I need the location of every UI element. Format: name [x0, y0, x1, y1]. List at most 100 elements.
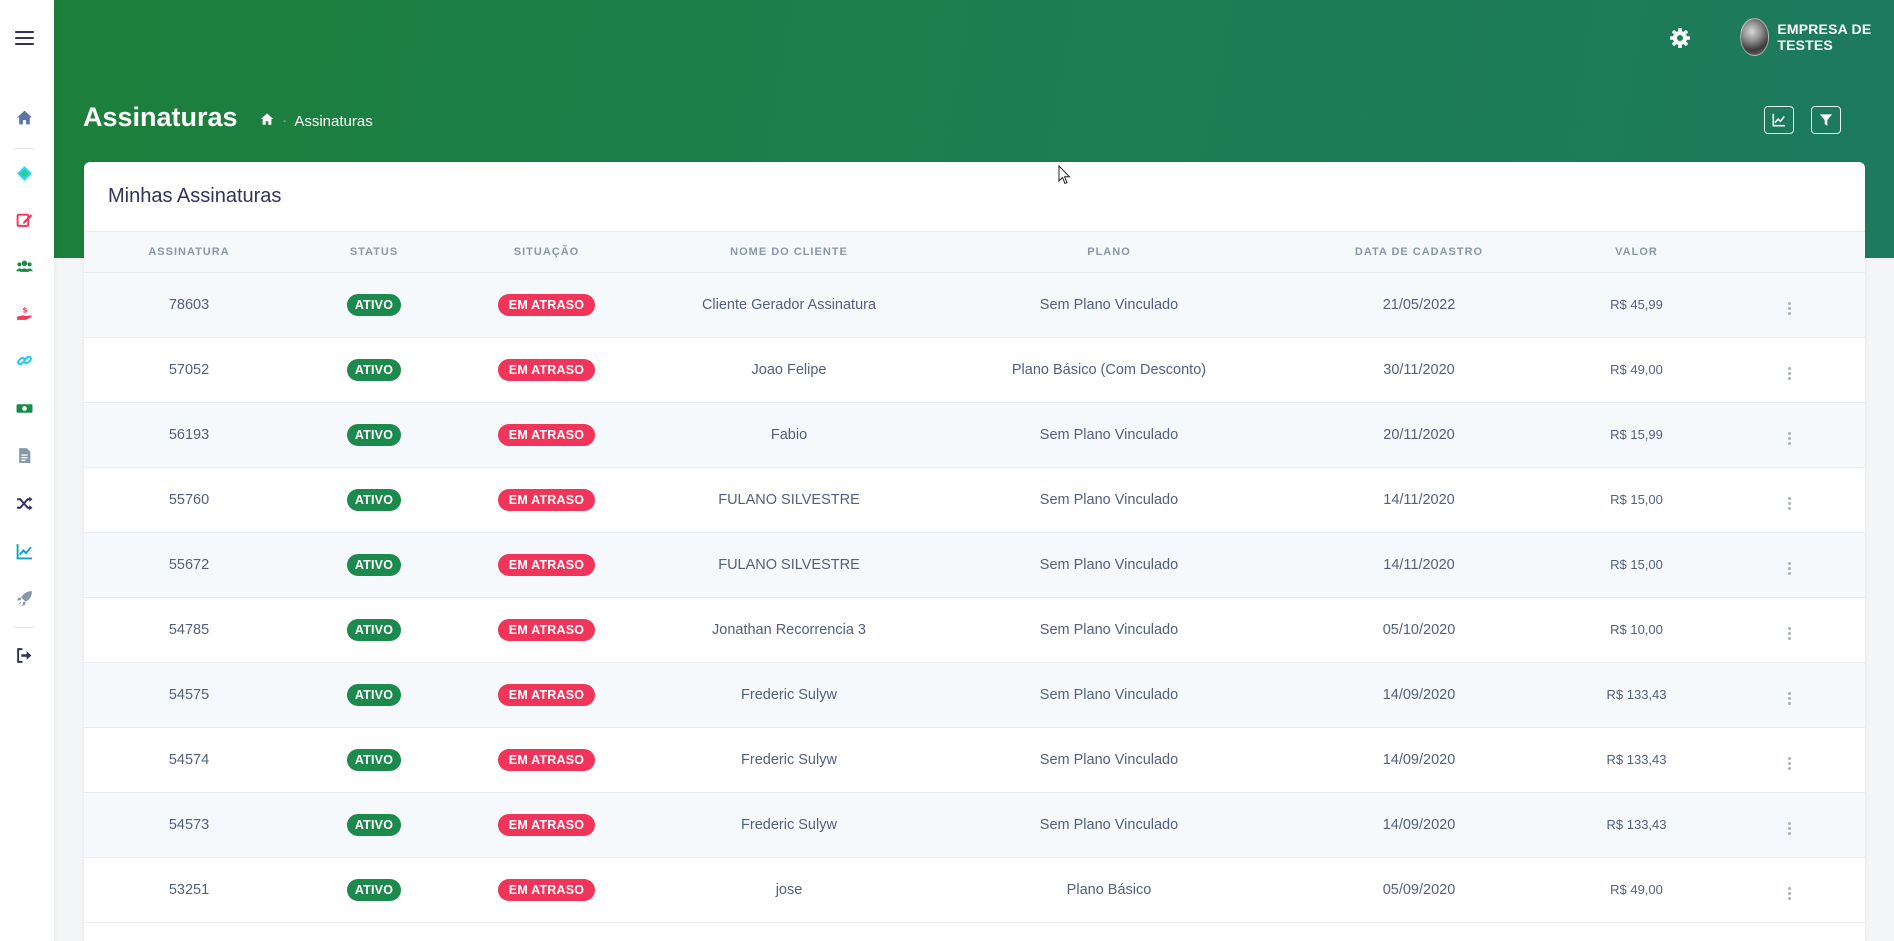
signup-date: 14/09/2020 [1279, 727, 1559, 793]
rocket-icon[interactable] [13, 587, 35, 609]
plan-name: Sem Plano Vinculado [939, 272, 1279, 338]
table-row[interactable]: 54573 ATIVO EM ATRASO Frederic Sulyw Sem Pla… [84, 792, 1865, 858]
table-row[interactable]: 55760 ATIVO EM ATRASO FULANO SILVESTRE Sem P… [84, 467, 1865, 533]
situation-badge: EM ATRASO [497, 878, 596, 901]
client-name: Frederic Sulyw [639, 662, 939, 728]
card-title: Minhas Assinaturas [84, 162, 1865, 232]
client-name: FULANO SILVESTRE [639, 532, 939, 598]
more-options-icon[interactable] [1782, 625, 1798, 641]
subscription-value: R$ 133,43 [1559, 792, 1714, 858]
sidebar: $ [0, 0, 54, 941]
plan-name: Sem Plano Vinculado [939, 792, 1279, 858]
table-row[interactable]: 56193 ATIVO EM ATRASO Fabio Sem Plano Vincul… [84, 402, 1865, 468]
plan-name: Sem Plano Vinculado [939, 662, 1279, 728]
link-icon[interactable] [13, 349, 35, 371]
more-options-icon[interactable] [1782, 560, 1798, 576]
breadcrumb-separator: - [283, 115, 287, 127]
status-badge: ATIVO [346, 488, 402, 511]
signup-date: 05/10/2020 [1279, 597, 1559, 663]
table-row[interactable]: 54785 ATIVO EM ATRASO Jonathan Recorrencia … [84, 597, 1865, 663]
situation-badge: EM ATRASO [497, 618, 596, 641]
column-header-plano[interactable]: PLANO [939, 232, 1279, 273]
filter-icon [1819, 114, 1833, 126]
client-name: Frederic Sulyw [639, 727, 939, 793]
column-header-data[interactable]: DATA DE CADASTRO [1279, 232, 1559, 273]
situation-badge: EM ATRASO [497, 488, 596, 511]
situation-cell: EM ATRASO [454, 792, 639, 858]
sign-out-icon[interactable] [13, 644, 35, 666]
table-row[interactable]: 78603 ATIVO EM ATRASO Cliente Gerador Assin… [84, 272, 1865, 338]
table-row[interactable]: 53251 ATIVO EM ATRASO jose Plano Básico 05/09… [84, 857, 1865, 923]
subscription-id: 54785 [84, 597, 294, 663]
money-bill-icon[interactable] [13, 397, 35, 419]
more-options-icon[interactable] [1782, 495, 1798, 511]
more-options-icon[interactable] [1782, 365, 1798, 381]
table-row[interactable]: 55672 ATIVO EM ATRASO FULANO SILVESTRE Sem P… [84, 532, 1865, 598]
plan-name: Sem Plano Vinculado [939, 532, 1279, 598]
subscription-id: 78603 [84, 272, 294, 338]
situation-cell: EM ATRASO [454, 532, 639, 598]
more-options-icon[interactable] [1782, 430, 1798, 446]
filter-button[interactable] [1811, 106, 1841, 134]
breadcrumb-item[interactable]: Assinaturas [294, 113, 372, 130]
table-row[interactable]: 57052 ATIVO EM ATRASO Joao Felipe Plano Bási… [84, 337, 1865, 403]
status-cell: ATIVO [294, 662, 454, 728]
actions-cell [1714, 662, 1865, 728]
tag-icon[interactable] [13, 162, 35, 184]
plan-name: Sem Plano Vinculado [939, 727, 1279, 793]
chart-button[interactable] [1764, 106, 1794, 134]
signup-date: 14/11/2020 [1279, 467, 1559, 533]
subscriptions-card: Minhas Assinaturas ASSINATURA STATUS SIT… [84, 162, 1865, 941]
shuffle-icon[interactable] [13, 492, 35, 514]
situation-cell: EM ATRASO [454, 727, 639, 793]
client-name: Fabio [639, 402, 939, 468]
more-options-icon[interactable] [1782, 300, 1798, 316]
status-cell: ATIVO [294, 467, 454, 533]
plan-name: Sem Plano Vinculado [939, 597, 1279, 663]
chart-line-icon[interactable] [13, 540, 35, 562]
file-icon[interactable] [13, 444, 35, 466]
situation-badge: EM ATRASO [497, 553, 596, 576]
svg-text:$: $ [22, 305, 27, 314]
status-cell: ATIVO [294, 597, 454, 663]
signup-date: 14/09/2020 [1279, 662, 1559, 728]
status-badge: ATIVO [346, 423, 402, 446]
subscription-value: R$ 133,43 [1559, 727, 1714, 793]
actions-cell [1714, 402, 1865, 468]
situation-cell: EM ATRASO [454, 402, 639, 468]
client-name: FULANO SILVESTRE [639, 467, 939, 533]
more-options-icon[interactable] [1782, 820, 1798, 836]
more-options-icon[interactable] [1782, 690, 1798, 706]
user-menu[interactable]: EMPRESA DE TESTES [1740, 18, 1894, 56]
client-name: Joao Felipe [639, 337, 939, 403]
table-row[interactable]: 54574 ATIVO EM ATRASO Frederic Sulyw Sem Pla… [84, 727, 1865, 793]
more-options-icon[interactable] [1782, 755, 1798, 771]
status-cell: ATIVO [294, 532, 454, 598]
more-options-icon[interactable] [1782, 885, 1798, 901]
menu-icon[interactable] [15, 31, 34, 45]
subscription-id: 55672 [84, 532, 294, 598]
column-header-situacao[interactable]: SITUAÇÃO [454, 232, 639, 273]
subscription-value: R$ 49,00 [1559, 337, 1714, 403]
column-header-assinatura[interactable]: ASSINATURA [84, 232, 294, 273]
plan-name: Plano Básico [939, 857, 1279, 923]
column-header-cliente[interactable]: NOME DO CLIENTE [639, 232, 939, 273]
home-icon[interactable] [259, 112, 275, 130]
status-cell: ATIVO [294, 402, 454, 468]
column-header-valor[interactable]: VALOR [1559, 232, 1714, 273]
home-icon[interactable] [13, 106, 35, 128]
hand-money-icon[interactable]: $ [13, 302, 35, 324]
gear-icon[interactable] [1668, 26, 1692, 50]
subscription-value: R$ 15,99 [1559, 402, 1714, 468]
table-row[interactable]: 54575 ATIVO EM ATRASO Frederic Sulyw Sem Pla… [84, 662, 1865, 728]
edit-icon[interactable] [13, 208, 35, 230]
situation-cell: EM ATRASO [454, 467, 639, 533]
actions-cell [1714, 727, 1865, 793]
status-cell: ATIVO [294, 857, 454, 923]
users-icon[interactable] [13, 255, 35, 277]
status-badge: ATIVO [346, 813, 402, 836]
subscription-id: 56193 [84, 402, 294, 468]
status-badge: ATIVO [346, 618, 402, 641]
column-header-status[interactable]: STATUS [294, 232, 454, 273]
signup-date: 14/11/2020 [1279, 532, 1559, 598]
